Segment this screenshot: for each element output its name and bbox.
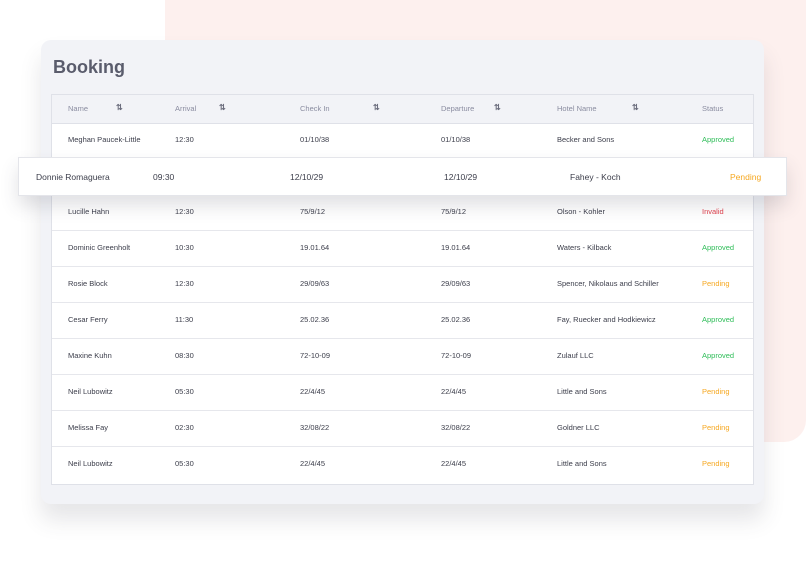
table-header: Name ⇅ Arrival ⇅ Check In ⇅ Departure ⇅ …	[52, 95, 753, 124]
guest-name: Meghan Paucek-Little	[68, 135, 141, 144]
check-in-date: 75/9/12	[300, 207, 326, 216]
check-in-date: 22/4/45	[300, 459, 326, 468]
check-in-date: 19.01.64	[300, 243, 330, 252]
status-badge: Pending	[730, 172, 762, 182]
guest-name: Cesar Ferry	[68, 315, 108, 324]
hotel-name: Little and Sons	[557, 459, 607, 468]
sort-arrows-icon[interactable]: ⇅	[219, 103, 226, 112]
arrival-time: 09:30	[153, 172, 175, 182]
guest-name: Donnie Romaguera	[36, 172, 110, 182]
status-badge: Pending	[702, 387, 730, 396]
arrival-time: 10:30	[175, 243, 194, 252]
arrival-time: 02:30	[175, 423, 194, 432]
hotel-name: Olson - Kohler	[557, 207, 605, 216]
guest-name: Melissa Fay	[68, 423, 109, 432]
departure-date: 75/9/12	[441, 207, 467, 216]
departure-date: 19.01.64	[441, 243, 471, 252]
check-in-date: 12/10/29	[290, 172, 324, 182]
table-row[interactable]: Meghan Paucek-Little 12:30 01/10/38 01/1…	[52, 123, 753, 159]
dragged-table-row[interactable]: Donnie Romaguera 09:30 12/10/29 12/10/29…	[18, 157, 787, 196]
status-badge: Invalid	[702, 207, 724, 216]
sort-arrows-icon[interactable]: ⇅	[116, 103, 123, 112]
status-badge: Approved	[702, 135, 735, 144]
guest-name: Maxine Kuhn	[68, 351, 112, 360]
arrival-time: 12:30	[175, 135, 194, 144]
check-in-date: 22/4/45	[300, 387, 326, 396]
check-in-date: 32/08/22	[300, 423, 330, 432]
departure-date: 12/10/29	[444, 172, 478, 182]
hotel-name: Fay, Ruecker and Hodkiewicz	[557, 315, 656, 324]
table-row[interactable]: Dominic Greenholt 10:30 19.01.64 19.01.6…	[52, 231, 753, 267]
arrival-time: 05:30	[175, 459, 194, 468]
booking-table: Name ⇅ Arrival ⇅ Check In ⇅ Departure ⇅ …	[51, 94, 754, 485]
departure-date: 22/4/45	[441, 387, 467, 396]
column-header-arrival[interactable]: Arrival	[175, 104, 196, 113]
status-badge: Pending	[702, 459, 730, 468]
table-row[interactable]: Melissa Fay 02:30 32/08/22 32/08/22 Gold…	[52, 411, 753, 447]
status-badge: Approved	[702, 351, 735, 360]
status-badge: Pending	[702, 279, 730, 288]
departure-date: 22/4/45	[441, 459, 467, 468]
guest-name: Rosie Block	[68, 279, 108, 288]
arrival-time: 05:30	[175, 387, 194, 396]
arrival-time: 12:30	[175, 279, 194, 288]
hotel-name: Becker and Sons	[557, 135, 615, 144]
check-in-date: 25.02.36	[300, 315, 330, 324]
sort-arrows-icon[interactable]: ⇅	[632, 103, 639, 112]
hotel-name: Goldner LLC	[557, 423, 600, 432]
table-row[interactable]: Cesar Ferry 11:30 25.02.36 25.02.36 Fay,…	[52, 303, 753, 339]
table-row[interactable]: Maxine Kuhn 08:30 72-10-09 72-10-09 Zula…	[52, 339, 753, 375]
hotel-name: Little and Sons	[557, 387, 607, 396]
guest-name: Neil Lubowitz	[68, 459, 113, 468]
arrival-time: 08:30	[175, 351, 194, 360]
table-row[interactable]: Neil Lubowitz 05:30 22/4/45 22/4/45 Litt…	[52, 447, 753, 483]
departure-date: 01/10/38	[441, 135, 471, 144]
guest-name: Neil Lubowitz	[68, 387, 113, 396]
check-in-date: 01/10/38	[300, 135, 330, 144]
guest-name: Lucille Hahn	[68, 207, 110, 216]
check-in-date: 29/09/63	[300, 279, 330, 288]
arrival-time: 12:30	[175, 207, 194, 216]
page-title: Booking	[53, 57, 125, 77]
table-row[interactable]: Lucille Hahn 12:30 75/9/12 75/9/12 Olson…	[52, 195, 753, 231]
column-header-name[interactable]: Name	[68, 104, 88, 113]
status-badge: Approved	[702, 315, 735, 324]
hotel-name: Fahey - Koch	[570, 172, 621, 182]
booking-card: Booking Name ⇅ Arrival ⇅ Check In ⇅ Depa…	[41, 40, 764, 504]
column-header-check-in[interactable]: Check In	[300, 104, 330, 113]
status-badge: Approved	[702, 243, 735, 252]
departure-date: 29/09/63	[441, 279, 471, 288]
departure-date: 25.02.36	[441, 315, 471, 324]
status-badge: Pending	[702, 423, 730, 432]
hotel-name: Spencer, Nikolaus and Schiller	[557, 279, 659, 288]
sort-arrows-icon[interactable]: ⇅	[494, 103, 501, 112]
column-header-hotel-name[interactable]: Hotel Name	[557, 104, 597, 113]
hotel-name: Zulauf LLC	[557, 351, 594, 360]
departure-date: 32/08/22	[441, 423, 471, 432]
table-row[interactable]: Rosie Block 12:30 29/09/63 29/09/63 Spen…	[52, 267, 753, 303]
departure-date: 72-10-09	[441, 351, 472, 360]
table-row[interactable]: Neil Lubowitz 05:30 22/4/45 22/4/45 Litt…	[52, 375, 753, 411]
arrival-time: 11:30	[175, 315, 194, 324]
column-header-status[interactable]: Status	[702, 104, 723, 113]
guest-name: Dominic Greenholt	[68, 243, 131, 252]
hotel-name: Waters - Kilback	[557, 243, 612, 252]
column-header-departure[interactable]: Departure	[441, 104, 474, 113]
check-in-date: 72-10-09	[300, 351, 331, 360]
sort-arrows-icon[interactable]: ⇅	[373, 103, 380, 112]
